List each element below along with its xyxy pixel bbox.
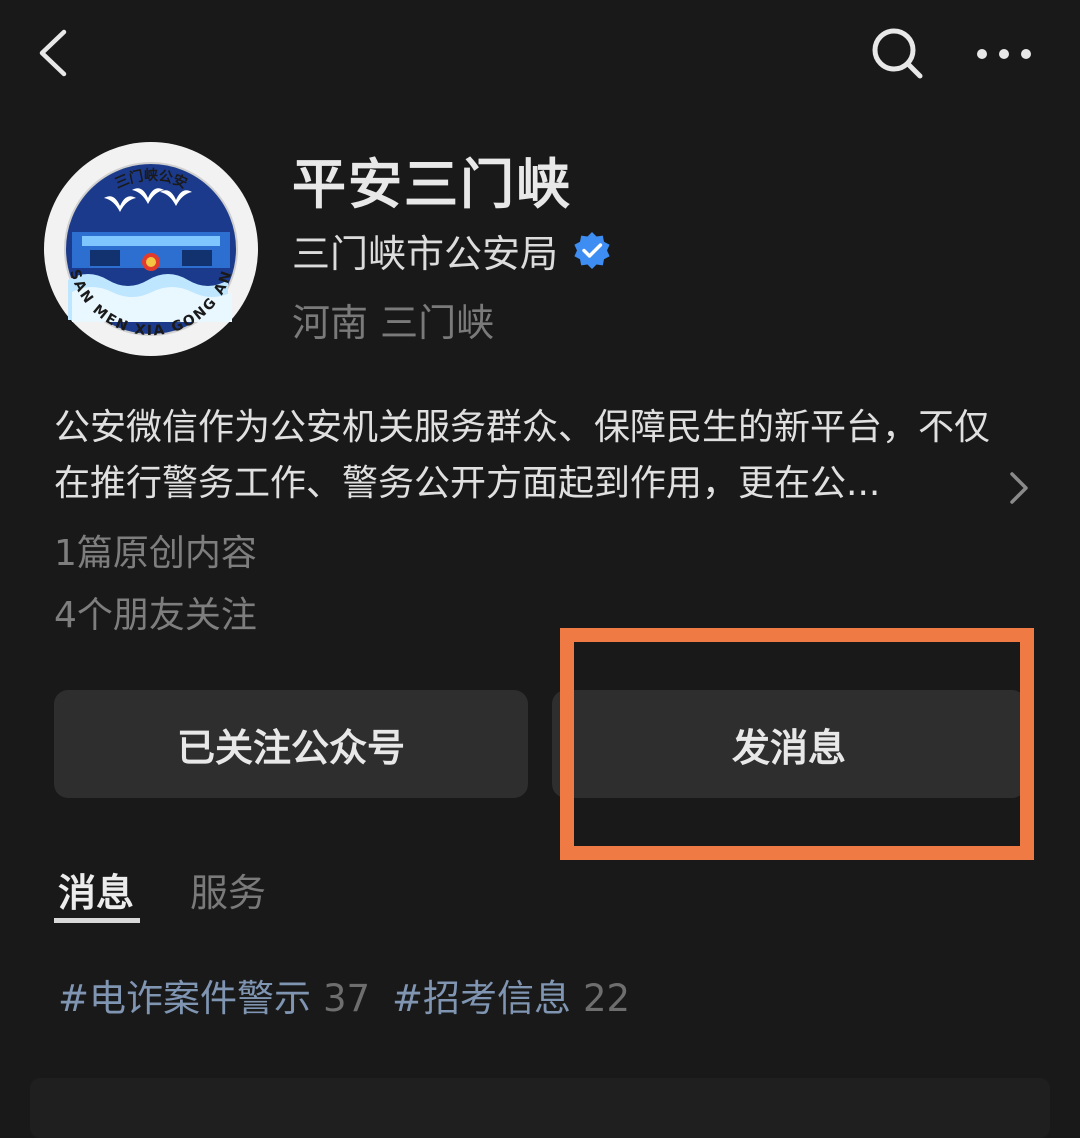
- hashtag-count: 37: [323, 977, 371, 1020]
- police-emblem-logo: 三门峡公安 SAN MEN XIA GONG AN: [44, 142, 258, 356]
- search-icon: [872, 28, 923, 79]
- tab-services[interactable]: 服务: [190, 862, 266, 917]
- friends-following-count[interactable]: 4个朋友关注: [54, 586, 257, 638]
- avatar[interactable]: 三门峡公安 SAN MEN XIA GONG AN: [42, 140, 260, 358]
- active-tab-indicator: [54, 918, 140, 923]
- send-message-button[interactable]: 发消息: [552, 690, 1026, 798]
- search-button[interactable]: [862, 22, 932, 84]
- message-list-panel: [30, 1078, 1050, 1138]
- back-button[interactable]: [28, 22, 80, 84]
- verified-badge-icon: [574, 232, 610, 269]
- account-description[interactable]: 公安微信作为公安机关服务群众、保障民生的新平台，不仅在推行警务工作、警务公开方面…: [54, 400, 994, 512]
- hashtag-item[interactable]: #电诈案件警示 37: [58, 968, 370, 1022]
- tab-messages[interactable]: 消息: [58, 862, 134, 917]
- account-name: 平安三门峡: [292, 153, 572, 216]
- hashtag-item[interactable]: #招考信息 22: [392, 968, 630, 1022]
- followed-account-button[interactable]: 已关注公众号: [54, 690, 528, 798]
- location: 河南 三门峡: [292, 301, 495, 345]
- chevron-left-icon: [39, 29, 67, 77]
- original-content-count[interactable]: 1篇原创内容: [54, 524, 257, 576]
- organization-name: 三门峡市公安局: [292, 231, 559, 276]
- description-expand-button[interactable]: [1000, 468, 1036, 508]
- hashtag-name: #招考信息: [392, 977, 572, 1020]
- more-options-button[interactable]: [968, 22, 1040, 84]
- hashtag-name: #电诈案件警示: [58, 977, 312, 1020]
- organization-row: 三门峡市公安局: [292, 222, 612, 278]
- hashtag-count: 22: [583, 977, 631, 1020]
- chevron-right-icon: [1010, 472, 1028, 504]
- more-horizontal-icon: [977, 49, 1031, 59]
